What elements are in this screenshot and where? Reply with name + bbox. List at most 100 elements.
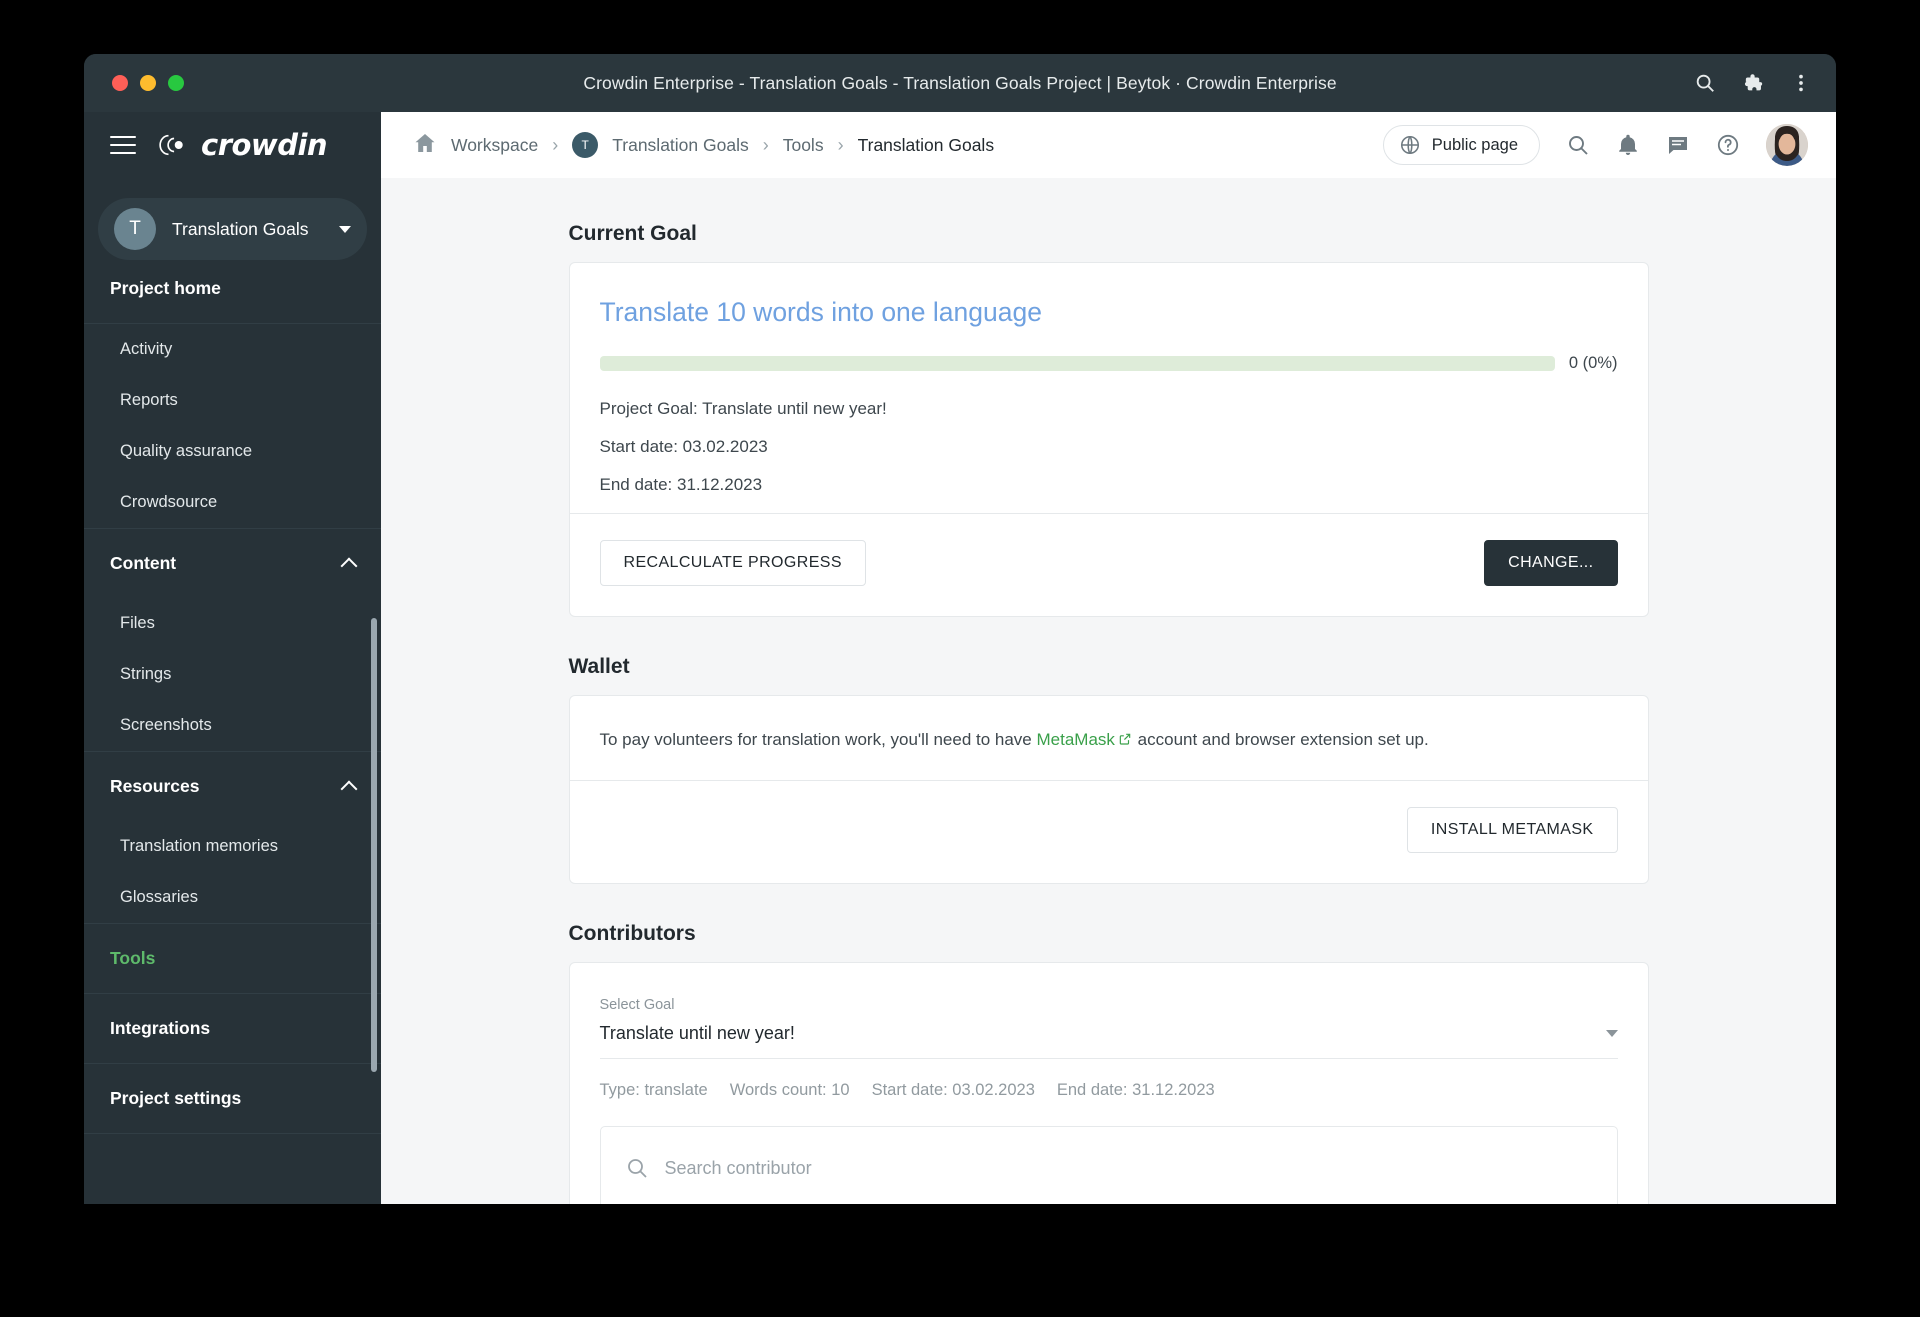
project-switcher[interactable]: T Translation Goals	[98, 198, 367, 260]
breadcrumb-project-avatar: T	[572, 132, 599, 158]
sidebar-item-quality-assurance[interactable]: Quality assurance	[84, 426, 381, 477]
search-icon[interactable]	[1694, 72, 1716, 94]
search-icon[interactable]	[1566, 133, 1590, 157]
crowdin-wordmark: crowdin	[201, 128, 328, 162]
home-icon[interactable]	[413, 131, 437, 160]
sidebar-nav: Project home Activity Reports Quality as…	[84, 280, 381, 1204]
chevron-down-icon[interactable]	[1605, 1030, 1618, 1037]
top-bar: Workspace › T Translation Goals › Tools …	[381, 112, 1836, 178]
sidebar-group-content[interactable]: Content	[84, 529, 381, 598]
search-icon	[625, 1156, 649, 1180]
sidebar-group-content-label: Content	[110, 553, 177, 573]
breadcrumb-separator: ›	[837, 134, 844, 155]
wallet-card: To pay volunteers for translation work, …	[568, 695, 1649, 884]
progress-label: 0 (0%)	[1568, 354, 1618, 372]
goal-end-date: End date: 31.12.2023	[599, 475, 763, 494]
sidebar-item-screenshots[interactable]: Screenshots	[84, 700, 381, 751]
breadcrumb-separator: ›	[552, 134, 559, 155]
sidebar-item-tools-label: Tools	[110, 948, 156, 968]
sidebar-group-resources[interactable]: Resources	[84, 752, 381, 821]
close-button[interactable]	[112, 75, 128, 91]
chevron-down-icon[interactable]	[339, 225, 351, 233]
wallet-text-after: account and browser extension set up.	[1137, 730, 1429, 749]
browser-toolbar-actions	[1694, 54, 1812, 112]
breadcrumb-item-tools[interactable]: Tools	[783, 135, 824, 156]
sidebar-item-crowdsource[interactable]: Crowdsource	[84, 477, 381, 528]
goal-meta-end-date: End date: 31.12.2023	[1056, 1081, 1215, 1099]
section-title-current-goal: Current Goal	[568, 222, 697, 245]
sidebar-group-resources-label: Resources	[110, 776, 200, 796]
extensions-icon[interactable]	[1742, 72, 1764, 94]
top-bar-actions: Public page	[1382, 124, 1808, 166]
metamask-link[interactable]: MetaMask	[1037, 730, 1115, 749]
sidebar-item-translation-memories[interactable]: Translation memories	[84, 821, 381, 872]
maximize-button[interactable]	[168, 75, 184, 91]
sidebar-header: crowdin	[84, 112, 381, 178]
breadcrumb-separator: ›	[762, 134, 769, 155]
select-goal-dropdown[interactable]: Translate until new year!	[599, 1023, 1618, 1059]
chevron-up-icon[interactable]	[340, 557, 358, 574]
section-title-wallet: Wallet	[568, 655, 630, 678]
content-scroll-area: Current Goal Translate 10 words into one…	[381, 178, 1836, 1204]
goal-title[interactable]: Translate 10 words into one language	[600, 297, 1618, 328]
crowdin-logo[interactable]: crowdin	[156, 128, 328, 162]
external-link-icon	[1115, 730, 1133, 749]
window-titlebar: Crowdin Enterprise - Translation Goals -…	[84, 54, 1836, 112]
breadcrumb-item-translation-goals[interactable]: Translation Goals	[612, 135, 749, 156]
select-goal-value: Translate until new year!	[599, 1023, 795, 1043]
app-window: Crowdin Enterprise - Translation Goals -…	[84, 54, 1836, 1204]
sidebar-item-tools[interactable]: Tools	[84, 924, 381, 994]
sidebar-section-resources: Resources Translation memories Glossarie…	[84, 752, 381, 924]
sidebar-item-project-home[interactable]: Project home	[84, 280, 381, 323]
recalculate-progress-button[interactable]: RECALCULATE PROGRESS	[599, 540, 866, 586]
current-goal-actions: RECALCULATE PROGRESS CHANGE...	[599, 514, 1618, 616]
goal-meta-words-count: Words count: 10	[729, 1081, 850, 1099]
goal-meta-type: Type: translate	[599, 1081, 708, 1099]
sidebar-scrollbar[interactable]	[371, 618, 377, 1072]
menu-toggle-icon[interactable]	[110, 136, 136, 154]
main-area: Workspace › T Translation Goals › Tools …	[381, 112, 1836, 1204]
change-goal-button[interactable]: CHANGE...	[1484, 540, 1618, 586]
minimize-button[interactable]	[140, 75, 156, 91]
select-goal-label: Select Goal	[599, 997, 675, 1013]
wallet-description: To pay volunteers for translation work, …	[600, 730, 1618, 764]
chat-icon[interactable]	[1666, 133, 1690, 157]
search-contributor-placeholder: Search contributor	[664, 1157, 812, 1178]
progress-bar	[599, 356, 1555, 371]
breadcrumb-item-workspace[interactable]: Workspace	[451, 135, 538, 156]
wallet-text-before: To pay volunteers for translation work, …	[599, 730, 1032, 749]
sidebar-section-home: Project home	[84, 280, 381, 324]
wallet-actions: INSTALL METAMASK	[600, 781, 1618, 883]
selected-goal-meta: Type: translate Words count: 10 Start da…	[600, 1059, 1618, 1126]
sidebar-item-activity[interactable]: Activity	[84, 324, 381, 375]
avatar[interactable]	[1766, 124, 1808, 166]
sidebar-item-reports[interactable]: Reports	[84, 375, 381, 426]
sidebar-item-files[interactable]: Files	[84, 598, 381, 649]
globe-icon	[1399, 134, 1421, 156]
public-page-label: Public page	[1431, 135, 1518, 154]
sidebar-item-glossaries[interactable]: Glossaries	[84, 872, 381, 923]
current-goal-card: Translate 10 words into one language 0 (…	[568, 262, 1649, 617]
project-name: Translation Goals	[172, 218, 309, 239]
goal-meta-start-date: Start date: 03.02.2023	[871, 1081, 1035, 1099]
bell-icon[interactable]	[1616, 133, 1640, 157]
sidebar-item-strings[interactable]: Strings	[84, 649, 381, 700]
goal-project-goal: Project Goal: Translate until new year!	[599, 399, 887, 418]
goal-progress: 0 (0%)	[599, 354, 1618, 373]
install-metamask-button[interactable]: INSTALL METAMASK	[1406, 807, 1618, 853]
section-title-contributors: Contributors	[568, 922, 696, 945]
public-page-button[interactable]: Public page	[1382, 125, 1540, 165]
search-contributor-input[interactable]: Search contributor	[599, 1126, 1618, 1204]
help-icon[interactable]	[1716, 133, 1740, 157]
breadcrumb: Workspace › T Translation Goals › Tools …	[413, 131, 1383, 160]
sidebar-item-integrations[interactable]: Integrations	[84, 994, 381, 1064]
breadcrumb-item-current: Translation Goals	[857, 134, 995, 155]
sidebar-item-project-settings[interactable]: Project settings	[84, 1064, 381, 1134]
window-controls	[112, 75, 184, 91]
contributors-card: Select Goal Translate until new year! Ty…	[568, 962, 1649, 1204]
chevron-up-icon[interactable]	[340, 780, 358, 797]
sidebar-section-content: Content Files Strings Screenshots	[84, 529, 381, 752]
project-avatar: T	[114, 208, 156, 250]
window-title: Crowdin Enterprise - Translation Goals -…	[583, 72, 1337, 93]
more-menu-icon[interactable]	[1790, 72, 1812, 94]
